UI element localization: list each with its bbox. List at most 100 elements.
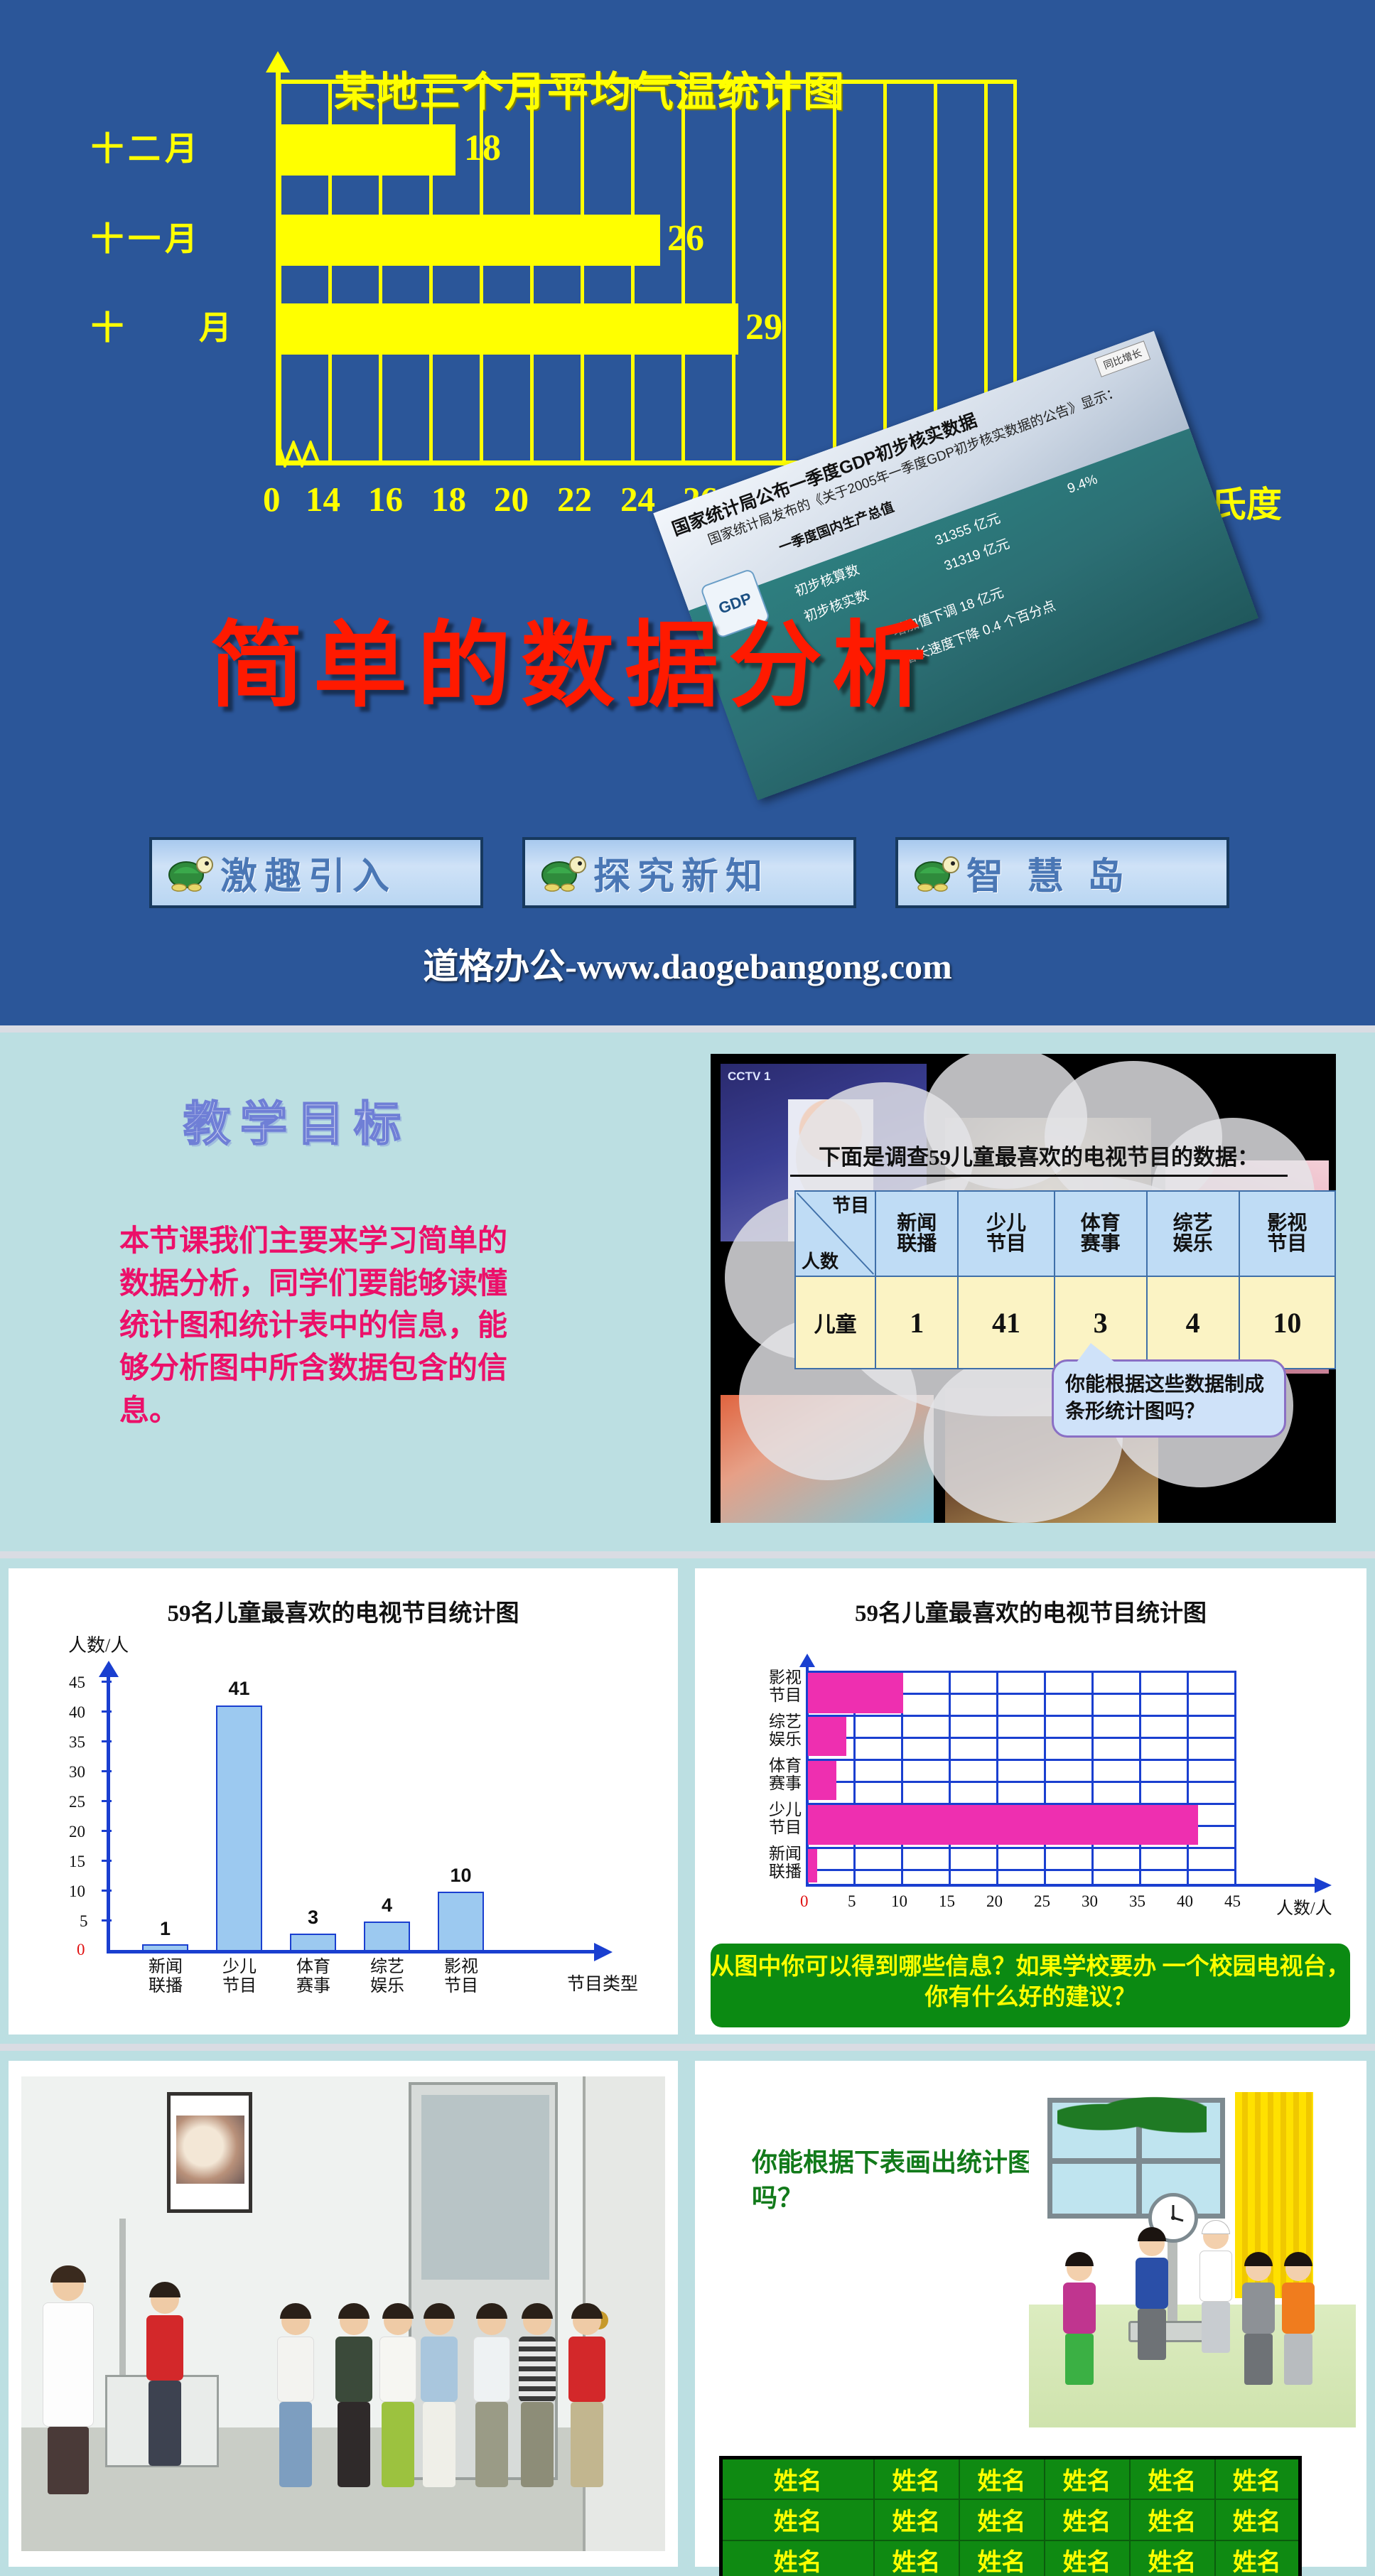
tick-mark [102, 1770, 112, 1772]
green-question-box: 从图中你可以得到哪些信息？如果学校要办 一个校园电视台，你有什么好的建议？ [711, 1944, 1350, 2027]
vbar-sports [290, 1934, 336, 1951]
vertical-chart-title: 59名儿童最喜欢的电视节目统计图 [167, 1601, 519, 1627]
tick-mark [102, 1919, 112, 1922]
nav-button-wisdom-island[interactable]: 智 慧 岛 [895, 837, 1229, 908]
objectives-body: 本节课我们主要来学习简单的数据分析，同学们要能够读懂统计图和统计表中的信息，能够… [119, 1225, 508, 1428]
vcat-sports: 体育 赛事 [296, 1958, 330, 1995]
bar-value-oct: 29 [745, 307, 782, 347]
hbar-children [808, 1805, 1198, 1845]
tick-mark [102, 1860, 112, 1862]
table-row: 姓名 姓名 姓名 姓名 姓名 姓名 [720, 2457, 1301, 2500]
photo-child [335, 2303, 372, 2487]
hcat-variety: 综艺 娱乐 [769, 1713, 802, 1748]
hx-tick-45: 45 [1224, 1892, 1241, 1910]
bar-value-dec: 18 [464, 128, 501, 168]
hx-tick-15: 15 [939, 1892, 955, 1910]
presentation-deck: 某地三个月平均气温统计图 十二月 18 十一月 26 十 月 29 0 14 1… [0, 0, 1375, 2576]
cell-name: 姓名 [1043, 2457, 1131, 2500]
hbar-film [808, 1673, 903, 1713]
slide1-main-title: 简单的数据分析 [210, 614, 936, 718]
clinic-child-orange [1282, 2252, 1315, 2385]
survey-data-table: 节目 人数 新闻 联播 少儿 节目 体育 赛事 综艺 娱乐 影视 节目 儿童 1 41 3… [794, 1190, 1336, 1369]
photo-child [568, 2303, 605, 2487]
bar-row-label-oct: 十 月 [91, 310, 253, 346]
vbar-film [438, 1892, 484, 1951]
objectives-heading: 教学目标 [183, 1098, 411, 1151]
watermark: 道格办公-www.daogebangong.com [423, 947, 952, 986]
hx-tick-35: 35 [1129, 1892, 1145, 1910]
cell-name: 姓名 [958, 2539, 1045, 2576]
vy-tick-35: 35 [69, 1733, 85, 1751]
turtle-icon [535, 851, 589, 895]
vy-tick-10: 10 [69, 1882, 85, 1900]
photo-stadiometer-rod [119, 2219, 126, 2382]
slide4-question-text: 你能根据下表画出统计图吗？ [752, 2148, 1034, 2213]
photo-child [421, 2303, 458, 2487]
row-label-children: 儿童 [794, 1276, 877, 1369]
hbar-variety [808, 1717, 846, 1756]
photo-child [473, 2303, 510, 2487]
cell-name: 姓名 [1214, 2539, 1301, 2576]
cell-name: 姓名 [720, 2539, 875, 2576]
photo-nurse [43, 2265, 94, 2494]
tick-mark [102, 1710, 112, 1713]
cell-film: 10 [1238, 1276, 1336, 1369]
cell-name: 姓名 [720, 2457, 875, 2500]
cell-name: 姓名 [1214, 2457, 1301, 2500]
slide-title: 某地三个月平均气温统计图 十二月 18 十一月 26 十 月 29 0 14 1… [0, 0, 1375, 1025]
cell-variety: 4 [1145, 1276, 1240, 1369]
horizontal-chart-xlabel: 人数/人 [1276, 1899, 1332, 1918]
bar-row-nov: 26 [278, 215, 1017, 266]
hx-tick-20: 20 [986, 1892, 1003, 1910]
bar-row-label-dec: 十二月 [91, 131, 202, 167]
names-table: 姓名 姓名 姓名 姓名 姓名 姓名 姓名 姓名 姓名 姓名 姓名 姓名 姓名 姓… [719, 2456, 1302, 2576]
vertical-chart-xlabel: 节目类型 [567, 1975, 639, 1994]
photo-door-glass [421, 2095, 549, 2280]
y-axis-arrow-icon [99, 1661, 119, 1677]
col-header-variety: 综艺 娱乐 [1145, 1190, 1240, 1277]
tick-mark [102, 1800, 112, 1802]
table-header-row: 节目 人数 新闻 联播 少儿 节目 体育 赛事 综艺 娱乐 影视 节目 [794, 1190, 1336, 1277]
horizontal-chart-title: 59名儿童最喜欢的电视节目统计图 [855, 1601, 1207, 1627]
bar-oct [278, 303, 738, 355]
vy-tick-45: 45 [69, 1674, 85, 1691]
corner-bottom-label: 人数 [802, 1251, 839, 1272]
speech-bubble-text: 你能根据这些数据制成条形统计图吗？ [1065, 1374, 1265, 1423]
height-measurement-photo [21, 2076, 665, 2551]
cell-name: 姓名 [1128, 2457, 1216, 2500]
vcat-film: 影视 节目 [444, 1958, 478, 1995]
clinic-child-back [1242, 2252, 1275, 2385]
vbar-variety [364, 1922, 410, 1951]
vy-tick-0: 0 [77, 1941, 85, 1958]
cell-name: 姓名 [873, 2457, 960, 2500]
hbar-sports [808, 1761, 836, 1800]
bar-value-nov: 26 [667, 218, 704, 259]
vbar-news [142, 1944, 188, 1951]
vy-tick-5: 5 [80, 1912, 88, 1930]
vcat-news: 新闻 联播 [149, 1958, 183, 1995]
vertical-y-axis [107, 1674, 110, 1952]
turtle-icon [908, 851, 962, 895]
vy-tick-25: 25 [69, 1793, 85, 1811]
hx-tick-0: 0 [800, 1892, 809, 1910]
nurse-coat [43, 2302, 94, 2427]
vy-tick-40: 40 [69, 1703, 85, 1721]
nav-button-explore[interactable]: 探究新知 [522, 837, 856, 908]
vertical-chart-ylabel: 人数/人 [68, 1635, 129, 1656]
bar-row-oct: 29 [278, 303, 1017, 355]
y-axis-arrow-icon [799, 1654, 815, 1667]
horizontal-bar-chart-panel: 59名儿童最喜欢的电视节目统计图 影视 节目 综艺 娱乐 体育 赛事 少儿 节目… [695, 1568, 1366, 2035]
survey-question-title: 下面是调查59儿童最喜欢的电视节目的数据： [790, 1139, 1288, 1177]
x-tick-14: 14 [306, 480, 340, 519]
photo-child [277, 2303, 314, 2487]
vertical-bar-chart-panel: 59名儿童最喜欢的电视节目统计图 人数/人 0 5 10 15 20 25 30… [9, 1568, 678, 2035]
photo-picture-frame [167, 2092, 252, 2213]
nav-button-intro[interactable]: 激趣引入 [149, 837, 483, 908]
tick-mark [102, 1830, 112, 1832]
hx-tick-5: 5 [848, 1892, 856, 1910]
cell-name: 姓名 [873, 2498, 960, 2541]
clinic-illustration [1029, 2086, 1356, 2427]
nurse-head [50, 2265, 86, 2301]
bar-dec [278, 124, 455, 176]
hcat-children: 少儿 节目 [769, 1801, 802, 1836]
